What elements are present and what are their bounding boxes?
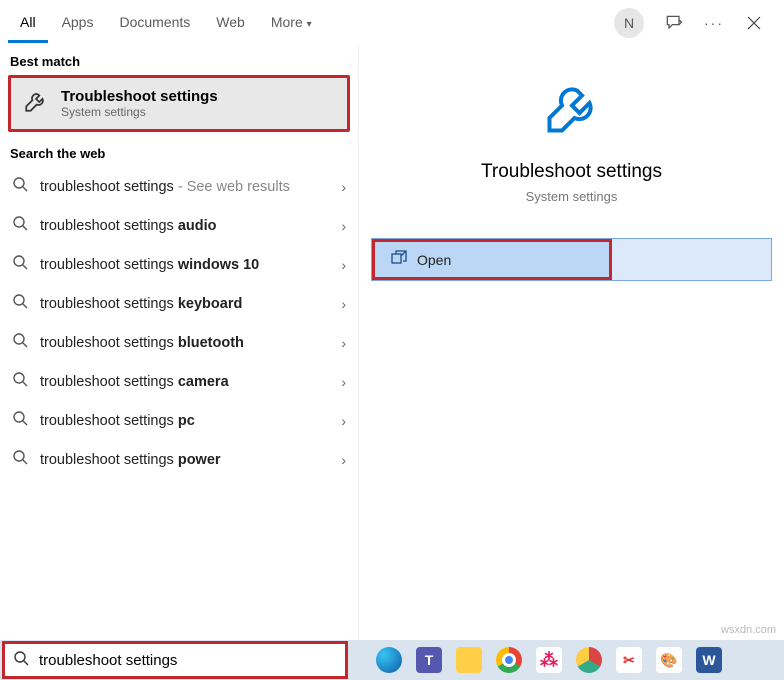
chevron-right-icon: › <box>341 452 346 468</box>
search-icon <box>12 371 28 392</box>
snip-icon[interactable]: ✂ <box>616 647 642 673</box>
watermark: wsxdn.com <box>721 624 776 636</box>
search-icon <box>12 176 28 197</box>
web-result-text: troubleshoot settings - See web results <box>40 179 329 195</box>
chrome-icon[interactable] <box>496 647 522 673</box>
preview-panel: Troubleshoot settings System settings Op… <box>358 46 784 640</box>
top-bar: All Apps Documents Web More ▾ N ··· <box>0 0 784 46</box>
filter-tabs: All Apps Documents Web More ▾ <box>8 2 324 43</box>
close-button[interactable] <box>744 13 764 33</box>
chevron-right-icon: › <box>341 296 346 312</box>
preview-subtitle: System settings <box>526 189 618 204</box>
web-result-2[interactable]: troubleshoot settings windows 10 › <box>0 245 358 284</box>
user-avatar[interactable]: N <box>614 8 644 38</box>
search-box[interactable] <box>2 641 348 679</box>
more-options-icon[interactable]: ··· <box>704 13 724 33</box>
preview-actions: Open <box>371 238 772 281</box>
web-result-text: troubleshoot settings camera <box>40 374 329 390</box>
web-result-6[interactable]: troubleshoot settings pc › <box>0 401 358 440</box>
chevron-right-icon: › <box>341 218 346 234</box>
web-result-7[interactable]: troubleshoot settings power › <box>0 440 358 479</box>
chevron-right-icon: › <box>341 257 346 273</box>
best-match-subtitle: System settings <box>61 105 218 119</box>
preview-title: Troubleshoot settings <box>481 161 662 183</box>
top-actions: N ··· <box>614 8 776 38</box>
web-results-list: troubleshoot settings - See web results ›… <box>0 167 358 479</box>
chevron-right-icon: › <box>341 335 346 351</box>
search-input[interactable] <box>37 642 240 678</box>
results-panel: Best match Troubleshoot settings System … <box>0 46 358 640</box>
web-result-text: troubleshoot settings pc <box>40 413 329 429</box>
wrench-icon <box>23 88 49 119</box>
open-label: Open <box>417 252 451 268</box>
search-icon <box>12 332 28 353</box>
tab-apps[interactable]: Apps <box>50 2 106 43</box>
chevron-right-icon: › <box>341 413 346 429</box>
search-icon <box>13 650 29 671</box>
taskbar-tray: T ⁂ ✂ 🎨 W <box>376 647 722 673</box>
file-explorer-icon[interactable] <box>456 647 482 673</box>
open-icon <box>391 250 407 269</box>
chevron-right-icon: › <box>341 374 346 390</box>
web-result-text: troubleshoot settings keyboard <box>40 296 329 312</box>
action-spacer[interactable] <box>612 239 771 280</box>
web-result-text: troubleshoot settings power <box>40 452 329 468</box>
taskbar: T ⁂ ✂ 🎨 W <box>0 640 784 680</box>
paint-icon[interactable]: 🎨 <box>656 647 682 673</box>
slack-icon[interactable]: ⁂ <box>536 647 562 673</box>
search-web-header: Search the web <box>0 138 358 167</box>
web-result-text: troubleshoot settings audio <box>40 218 329 234</box>
chrome-canary-icon[interactable] <box>576 647 602 673</box>
web-result-text: troubleshoot settings windows 10 <box>40 257 329 273</box>
web-result-text: troubleshoot settings bluetooth <box>40 335 329 351</box>
edge-icon[interactable] <box>376 647 402 673</box>
wrench-icon <box>542 78 602 143</box>
feedback-icon[interactable] <box>664 13 684 33</box>
search-icon <box>12 254 28 275</box>
search-icon <box>12 410 28 431</box>
teams-icon[interactable]: T <box>416 647 442 673</box>
chevron-right-icon: › <box>341 179 346 195</box>
web-result-5[interactable]: troubleshoot settings camera › <box>0 362 358 401</box>
best-match-result[interactable]: Troubleshoot settings System settings <box>8 75 350 132</box>
best-match-title: Troubleshoot settings <box>61 88 218 105</box>
tab-all[interactable]: All <box>8 2 48 43</box>
search-icon <box>12 449 28 470</box>
tab-documents[interactable]: Documents <box>107 2 202 43</box>
word-icon[interactable]: W <box>696 647 722 673</box>
best-match-header: Best match <box>0 46 358 75</box>
web-result-4[interactable]: troubleshoot settings bluetooth › <box>0 323 358 362</box>
web-result-1[interactable]: troubleshoot settings audio › <box>0 206 358 245</box>
web-result-3[interactable]: troubleshoot settings keyboard › <box>0 284 358 323</box>
web-result-0[interactable]: troubleshoot settings - See web results › <box>0 167 358 206</box>
open-button[interactable]: Open <box>372 239 612 280</box>
search-icon <box>12 215 28 236</box>
tab-web[interactable]: Web <box>204 2 257 43</box>
search-icon <box>12 293 28 314</box>
tab-more[interactable]: More ▾ <box>259 2 324 43</box>
